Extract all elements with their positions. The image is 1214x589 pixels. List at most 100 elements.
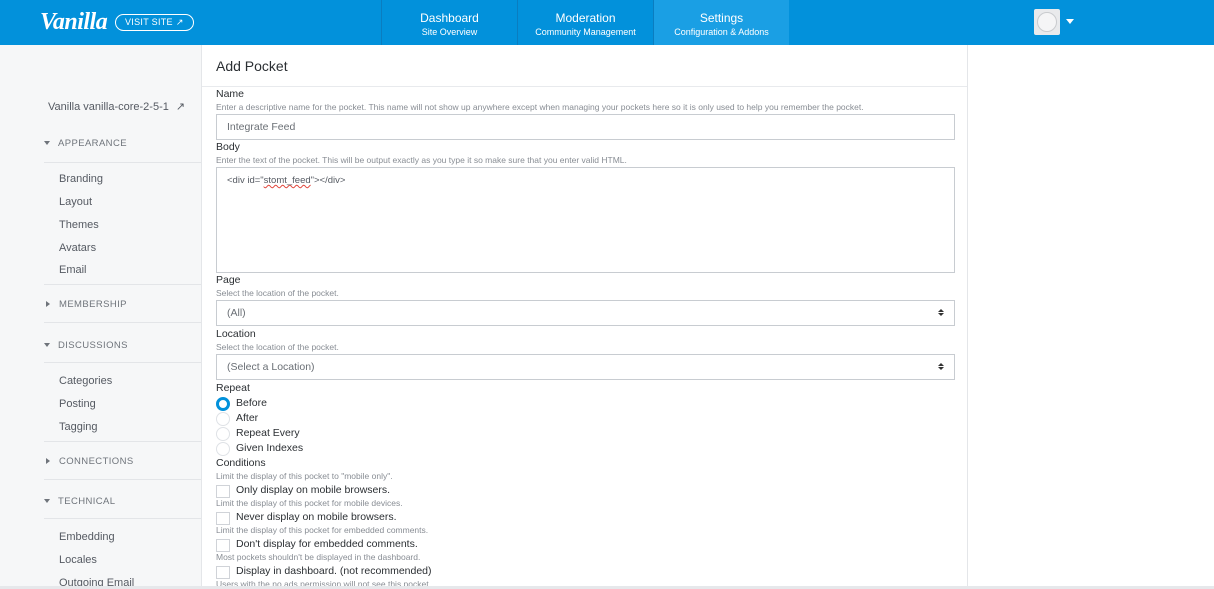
section-label: TECHNICAL (58, 496, 116, 507)
avatar-face-icon (1037, 12, 1057, 32)
visit-site-label: VISIT SITE (125, 17, 173, 27)
divider (202, 86, 967, 87)
divider (44, 518, 201, 519)
section-label: MEMBERSHIP (59, 299, 127, 310)
sidebar-item-themes[interactable]: Themes (59, 219, 99, 231)
condition-description: Most pockets shouldn't be displayed in t… (216, 552, 421, 562)
body-description: Enter the text of the pocket. This will … (216, 155, 627, 165)
dashboard-label[interactable]: Display in dashboard. (not recommended) (236, 565, 432, 577)
location-select[interactable]: (Select a Location) (216, 354, 955, 380)
repeat-indexes-label[interactable]: Given Indexes (236, 442, 303, 454)
repeat-every-radio[interactable] (216, 427, 230, 441)
tab-settings[interactable]: Settings Configuration & Addons (653, 0, 789, 45)
sidebar-item-posting[interactable]: Posting (59, 398, 96, 410)
sidebar-item-tagging[interactable]: Tagging (59, 421, 98, 433)
sidebar: Vanilla vanilla-core-2-5-1 ↗ APPEARANCE … (0, 45, 201, 589)
mobile-only-checkbox[interactable] (216, 485, 230, 498)
tab-settings-label: Settings (699, 11, 744, 25)
page-select-value: (All) (227, 307, 246, 319)
main-content: Add Pocket Name Enter a descriptive name… (201, 45, 968, 589)
body-value-post: "></div> (310, 175, 346, 186)
section-connections[interactable]: CONNECTIONS (44, 456, 134, 467)
section-label: APPEARANCE (58, 138, 127, 149)
location-select-value: (Select a Location) (227, 361, 315, 373)
name-description: Enter a descriptive name for the pocket.… (216, 102, 864, 112)
never-mobile-checkbox[interactable] (216, 512, 230, 525)
mobile-only-label[interactable]: Only display on mobile browsers. (236, 484, 390, 496)
tab-moderation[interactable]: Moderation Community Management (517, 0, 653, 45)
sidebar-item-locales[interactable]: Locales (59, 554, 97, 566)
user-avatar[interactable] (1034, 9, 1060, 35)
page-label: Page (216, 274, 241, 286)
tab-dashboard-sub: Site Overview (421, 27, 478, 37)
sidebar-item-branding[interactable]: Branding (59, 173, 103, 185)
repeat-before-label[interactable]: Before (236, 397, 267, 409)
name-input-value: Integrate Feed (227, 121, 296, 133)
location-label: Location (216, 328, 256, 340)
sidebar-item-categories[interactable]: Categories (59, 375, 112, 387)
name-label: Name (216, 88, 245, 100)
chevron-right-icon (46, 458, 50, 464)
page-description: Select the location of the pocket. (216, 288, 339, 298)
visit-site-button[interactable]: VISIT SITE ↗ (115, 14, 194, 31)
top-navbar: Vanilla VISIT SITE ↗ Dashboard Site Overv… (0, 0, 1214, 45)
chevron-down-icon (44, 499, 50, 503)
condition-description: Limit the display of this pocket for emb… (216, 525, 429, 535)
site-link[interactable]: Vanilla vanilla-core-2-5-1 ↗ (48, 100, 185, 113)
tab-settings-sub: Configuration & Addons (674, 27, 769, 37)
select-caret-icon (938, 309, 944, 316)
repeat-after-label[interactable]: After (236, 412, 258, 424)
tab-moderation-label: Moderation (555, 11, 616, 25)
page-select[interactable]: (All) (216, 300, 955, 326)
external-link-icon: ↗ (175, 101, 186, 113)
location-description: Select the location of the pocket. (216, 342, 339, 352)
divider (44, 322, 201, 323)
chevron-right-icon (46, 301, 50, 307)
repeat-indexes-radio[interactable] (216, 442, 230, 456)
page-title: Add Pocket (216, 58, 288, 74)
conditions-label: Conditions (216, 457, 266, 469)
condition-description: Limit the display of this pocket for mob… (216, 498, 403, 508)
external-link-icon: ↗ (175, 17, 184, 27)
body-label: Body (216, 141, 240, 153)
body-textarea-value: <div id="stomt_feed"></div> (227, 175, 345, 186)
body-value-spellcheck: stomt_feed (263, 175, 311, 186)
no-embedded-label[interactable]: Don't display for embedded comments. (236, 538, 418, 550)
section-appearance[interactable]: APPEARANCE (44, 138, 127, 149)
site-link-label: Vanilla vanilla-core-2-5-1 (48, 101, 169, 113)
tab-dashboard-label: Dashboard (420, 11, 479, 25)
repeat-every-label[interactable]: Repeat Every (236, 427, 300, 439)
section-label: CONNECTIONS (59, 456, 134, 467)
select-caret-icon (938, 363, 944, 370)
sidebar-item-layout[interactable]: Layout (59, 196, 92, 208)
chevron-down-icon (44, 141, 50, 145)
condition-description: Limit the display of this pocket to "mob… (216, 471, 393, 481)
chevron-down-icon (44, 343, 50, 347)
body-textarea[interactable]: <div id="stomt_feed"></div> (216, 167, 955, 273)
section-label: DISCUSSIONS (58, 340, 128, 351)
divider (44, 479, 201, 480)
right-margin (968, 45, 1214, 589)
tab-dashboard[interactable]: Dashboard Site Overview (381, 0, 517, 45)
divider (44, 362, 201, 363)
divider (44, 162, 201, 163)
name-input[interactable]: Integrate Feed (216, 114, 955, 140)
section-technical[interactable]: TECHNICAL (44, 496, 115, 507)
repeat-before-radio[interactable] (216, 397, 230, 411)
sidebar-item-email[interactable]: Email (59, 264, 87, 276)
sidebar-item-avatars[interactable]: Avatars (59, 242, 96, 254)
repeat-label: Repeat (216, 382, 250, 394)
sidebar-item-embedding[interactable]: Embedding (59, 531, 115, 543)
never-mobile-label[interactable]: Never display on mobile browsers. (236, 511, 396, 523)
user-menu-caret-icon[interactable] (1066, 19, 1074, 24)
repeat-after-radio[interactable] (216, 412, 230, 426)
tab-moderation-sub: Community Management (535, 27, 636, 37)
body-value-pre: <div id=" (227, 175, 264, 186)
no-embedded-checkbox[interactable] (216, 539, 230, 552)
divider (44, 441, 201, 442)
section-membership[interactable]: MEMBERSHIP (44, 299, 127, 310)
section-discussions[interactable]: DISCUSSIONS (44, 340, 128, 351)
dashboard-checkbox[interactable] (216, 566, 230, 579)
vanilla-logo[interactable]: Vanilla (40, 9, 108, 36)
divider (44, 284, 201, 285)
